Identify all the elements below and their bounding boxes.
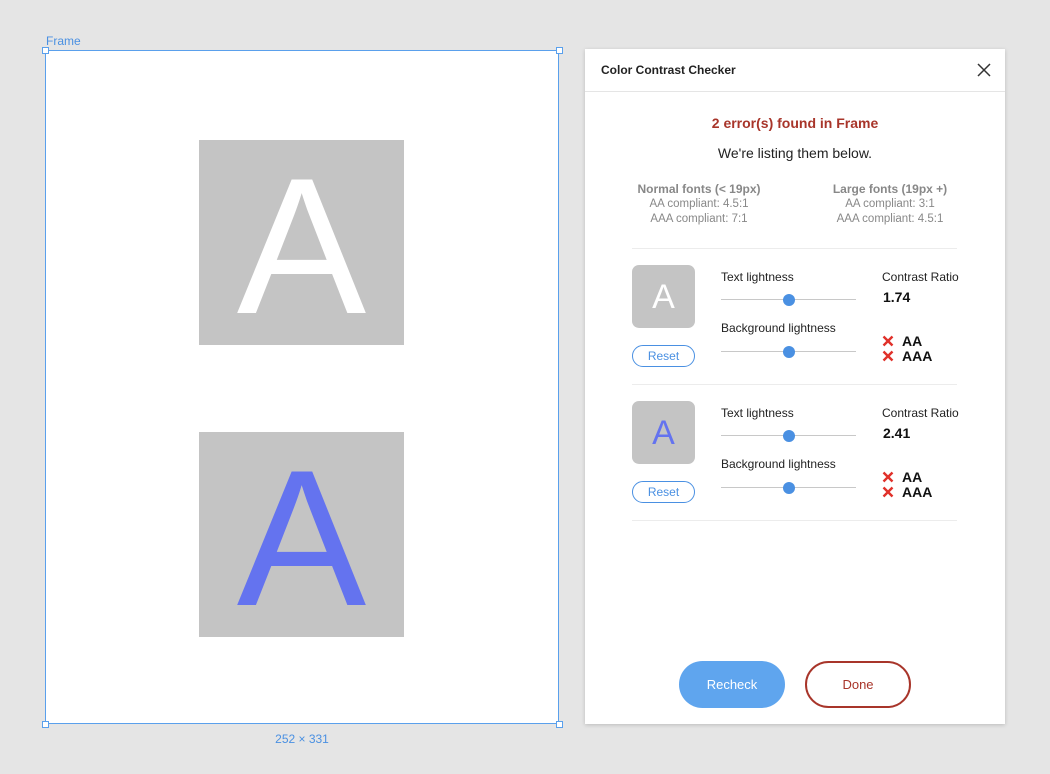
text-lightness-slider-1[interactable] bbox=[721, 293, 856, 307]
contrast-checker-panel: Color Contrast Checker 2 error(s) found … bbox=[585, 49, 1005, 724]
aaa-label: AAA bbox=[902, 348, 933, 364]
background-lightness-label-2: Background lightness bbox=[721, 457, 836, 471]
contrast-ratio-label-1: Contrast Ratio bbox=[882, 270, 959, 284]
aa-label: AA bbox=[902, 469, 923, 485]
panel-header: Color Contrast Checker bbox=[585, 49, 1005, 92]
aa-label: AA bbox=[902, 333, 923, 349]
preview-swatch-1: A bbox=[632, 265, 695, 328]
reset-button-2[interactable]: Reset bbox=[632, 481, 695, 503]
preview-swatch-2: A bbox=[632, 401, 695, 464]
legend-large-aaa: AAA compliant: 4.5:1 bbox=[836, 213, 944, 225]
result-row-1: A Reset Text lightness Background lightn… bbox=[632, 249, 962, 385]
fail-x-icon bbox=[882, 335, 894, 347]
panel-title: Color Contrast Checker bbox=[601, 63, 736, 77]
divider bbox=[632, 520, 957, 521]
slider-thumb[interactable] bbox=[782, 430, 795, 442]
sample-box-1[interactable]: A bbox=[199, 140, 404, 345]
background-lightness-label-1: Background lightness bbox=[721, 321, 836, 335]
error-summary: 2 error(s) found in Frame bbox=[711, 115, 879, 131]
frame-size-label: 252 × 331 bbox=[275, 732, 329, 746]
resize-handle-bottom-left[interactable] bbox=[42, 721, 49, 728]
resize-handle-bottom-right[interactable] bbox=[556, 721, 563, 728]
aaa-label: AAA bbox=[902, 484, 933, 500]
recheck-button[interactable]: Recheck bbox=[679, 661, 785, 708]
contrast-ratio-label-2: Contrast Ratio bbox=[882, 406, 959, 420]
aaa-status-2: AAA bbox=[882, 485, 932, 499]
sample-box-2[interactable]: A bbox=[199, 432, 404, 637]
legend-large-aa: AA compliant: 3:1 bbox=[845, 198, 935, 210]
text-lightness-label-2: Text lightness bbox=[721, 406, 794, 420]
legend-normal-aaa: AAA compliant: 7:1 bbox=[650, 213, 748, 225]
aa-status-1: AA bbox=[882, 334, 922, 348]
aa-status-2: AA bbox=[882, 470, 922, 484]
fail-x-icon bbox=[882, 471, 894, 483]
close-icon[interactable] bbox=[974, 60, 994, 80]
done-button[interactable]: Done bbox=[805, 661, 911, 708]
sample-letter-1: A bbox=[236, 137, 367, 355]
slider-thumb[interactable] bbox=[782, 294, 795, 306]
text-lightness-label-1: Text lightness bbox=[721, 270, 794, 284]
reset-button-1[interactable]: Reset bbox=[632, 345, 695, 367]
legend-large-fonts: Large fonts (19px +) AA compliant: 3:1 A… bbox=[800, 182, 980, 227]
sample-letter-2: A bbox=[236, 429, 367, 647]
background-lightness-slider-1[interactable] bbox=[721, 345, 856, 359]
legend-large-title: Large fonts (19px +) bbox=[832, 182, 948, 196]
background-lightness-slider-2[interactable] bbox=[721, 481, 856, 495]
resize-handle-top-left[interactable] bbox=[42, 47, 49, 54]
contrast-ratio-value-1: 1.74 bbox=[883, 289, 911, 305]
slider-thumb[interactable] bbox=[782, 346, 795, 358]
fail-x-icon bbox=[882, 350, 894, 362]
summary-subtitle: We're listing them below. bbox=[717, 145, 873, 161]
legend-normal-fonts: Normal fonts (< 19px) AA compliant: 4.5:… bbox=[609, 182, 789, 227]
result-row-2: A Reset Text lightness Background lightn… bbox=[632, 385, 962, 521]
resize-handle-top-right[interactable] bbox=[556, 47, 563, 54]
fail-x-icon bbox=[882, 486, 894, 498]
legend-normal-aa: AA compliant: 4.5:1 bbox=[649, 198, 749, 210]
frame-label[interactable]: Frame bbox=[46, 34, 81, 48]
legend-normal-title: Normal fonts (< 19px) bbox=[637, 182, 761, 196]
slider-thumb[interactable] bbox=[782, 482, 795, 494]
aaa-status-1: AAA bbox=[882, 349, 932, 363]
text-lightness-slider-2[interactable] bbox=[721, 429, 856, 443]
contrast-ratio-value-2: 2.41 bbox=[883, 425, 911, 441]
